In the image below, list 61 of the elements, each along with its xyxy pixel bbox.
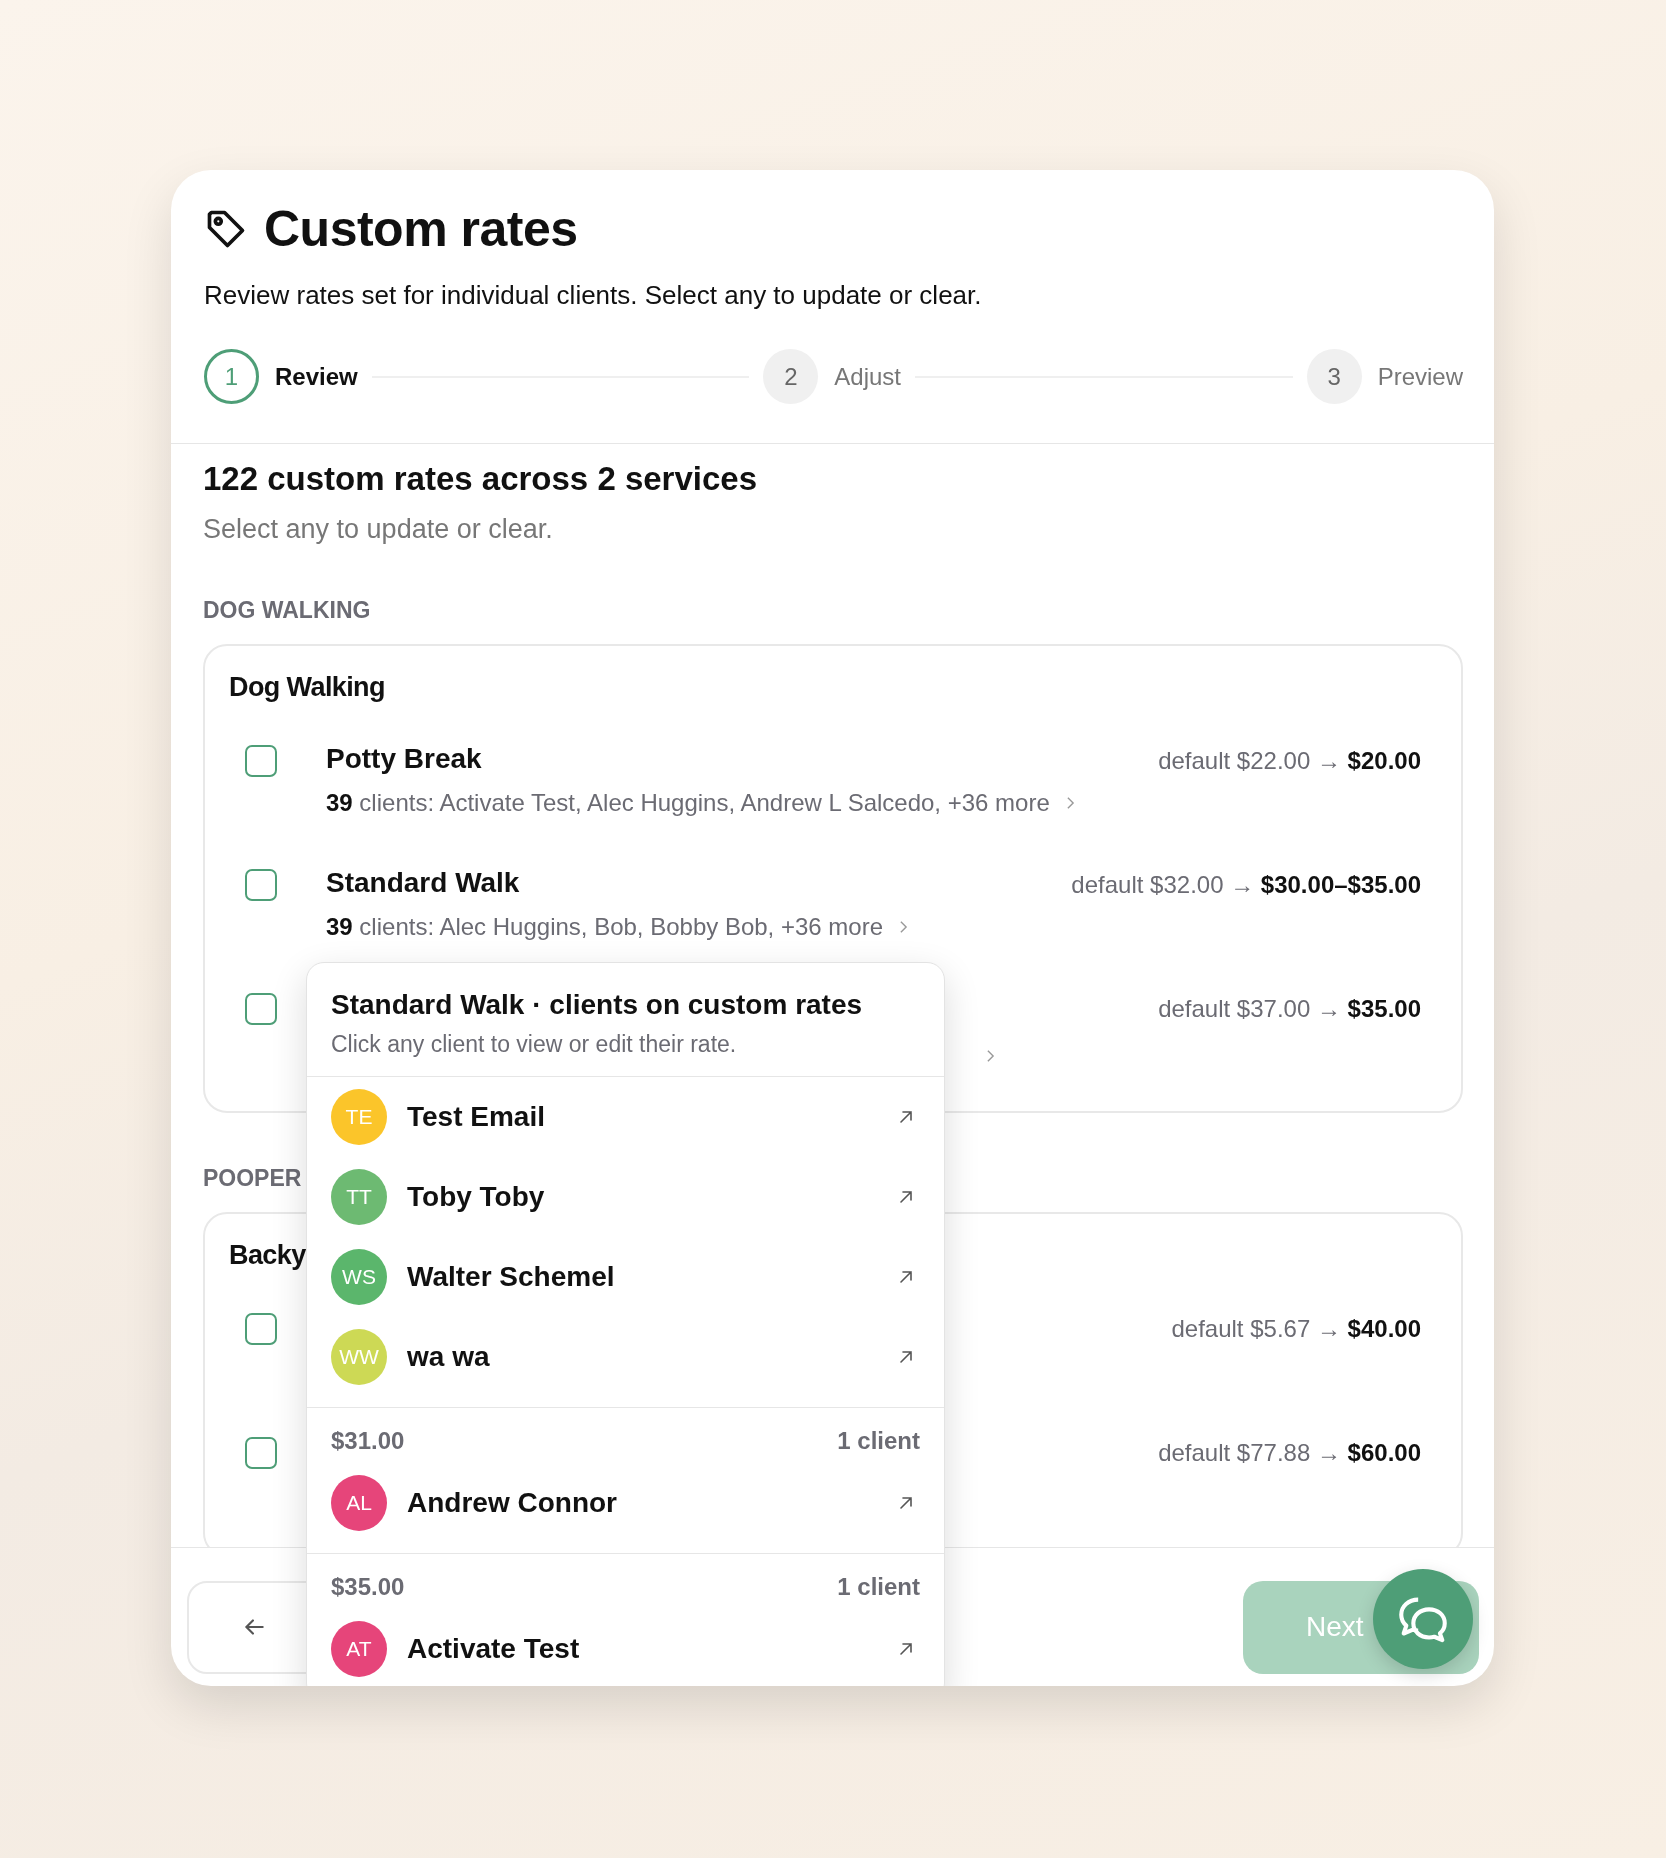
- checkbox[interactable]: [245, 745, 277, 777]
- rate-amount: $31.00: [331, 1427, 405, 1455]
- avatar: TT: [331, 1169, 387, 1225]
- checkbox[interactable]: [245, 993, 277, 1025]
- client-name: Test Email: [407, 1101, 546, 1133]
- clients-summary[interactable]: 39 clients: Alec Huggins, Bob, Bobby Bob, +36 more: [326, 913, 883, 941]
- rate-price: default $5.67 → $40.00: [1171, 1315, 1421, 1343]
- avatar: WS: [331, 1249, 387, 1305]
- client-item[interactable]: TT Toby Toby: [307, 1157, 944, 1237]
- client-item[interactable]: WS Walter Schemel: [307, 1237, 944, 1317]
- dialog-title: Custom rates: [264, 200, 578, 258]
- service-title: Dog Walking: [229, 672, 386, 703]
- chevron-right-icon[interactable]: [899, 920, 908, 934]
- service-title: Backy: [229, 1240, 307, 1271]
- popover-subtitle: Click any client to view or edit their rate.: [331, 1031, 738, 1058]
- chevron-right-icon[interactable]: [1065, 796, 1075, 810]
- arrow-up-right-icon: [898, 1495, 914, 1511]
- arrow-up-right-icon: [898, 1109, 914, 1125]
- avatar: AT: [331, 1621, 387, 1677]
- section-label: DOG WALKING: [203, 597, 372, 624]
- rate-price: default $77.88 → $60.00: [1158, 1439, 1421, 1467]
- summary-subtitle: Select any to update or clear.: [203, 514, 554, 545]
- chevron-right-icon[interactable]: [986, 1049, 995, 1063]
- step-label[interactable]: Review: [275, 362, 358, 391]
- avatar: WW: [331, 1329, 387, 1385]
- step-number: 2: [763, 349, 819, 404]
- step-label[interactable]: Preview: [1377, 362, 1463, 391]
- rate-price: default $32.00 → $30.00–$35.00: [1071, 871, 1421, 899]
- arrow-up-right-icon: [898, 1349, 914, 1365]
- clients-summary[interactable]: 39 clients: Activate Test, Alec Huggins, Andrew L Salcedo, +36 more: [326, 789, 1050, 817]
- checkbox[interactable]: [245, 1313, 277, 1345]
- client-item[interactable]: AL Andrew Connor: [307, 1463, 944, 1543]
- client-item[interactable]: AT Activate Test: [307, 1609, 944, 1686]
- client-count: 1 client: [837, 1573, 920, 1601]
- arrow-up-right-icon: [898, 1189, 914, 1205]
- summary-title: 122 custom rates across 2 services: [203, 460, 759, 498]
- client-name: Walter Schemel: [407, 1261, 616, 1293]
- client-count: 1 client: [837, 1427, 920, 1455]
- step-number: 3: [1306, 349, 1362, 404]
- client-item[interactable]: TE Test Email: [307, 1077, 944, 1157]
- step-number: 1: [204, 349, 259, 404]
- rate-name: Potty Break: [326, 743, 483, 775]
- client-name: Activate Test: [407, 1633, 581, 1665]
- client-name: wa wa: [407, 1341, 491, 1373]
- client-name: Andrew Connor: [407, 1487, 618, 1519]
- checkbox[interactable]: [245, 1437, 277, 1469]
- rate-price: default $22.00 → $20.00: [1158, 747, 1421, 775]
- avatar: TE: [331, 1089, 387, 1145]
- avatar: AL: [331, 1475, 387, 1531]
- rate-name: Standard Walk: [326, 867, 521, 899]
- popover-title: Standard Walk · clients on custom rates: [331, 989, 864, 1021]
- section-label: POOPER: [203, 1165, 303, 1192]
- arrow-up-right-icon: [898, 1641, 914, 1657]
- client-item[interactable]: WW wa wa: [307, 1317, 944, 1397]
- step-label[interactable]: Adjust: [834, 362, 902, 391]
- dialog-subtitle: Review rates set for individual clients. Select any to update or clear.: [204, 280, 983, 311]
- checkbox[interactable]: [245, 869, 277, 901]
- arrow-up-right-icon: [898, 1269, 914, 1285]
- client-name: Toby Toby: [407, 1181, 546, 1213]
- rate-price: default $37.00 → $35.00: [1158, 995, 1421, 1023]
- rate-amount: $35.00: [331, 1573, 405, 1601]
